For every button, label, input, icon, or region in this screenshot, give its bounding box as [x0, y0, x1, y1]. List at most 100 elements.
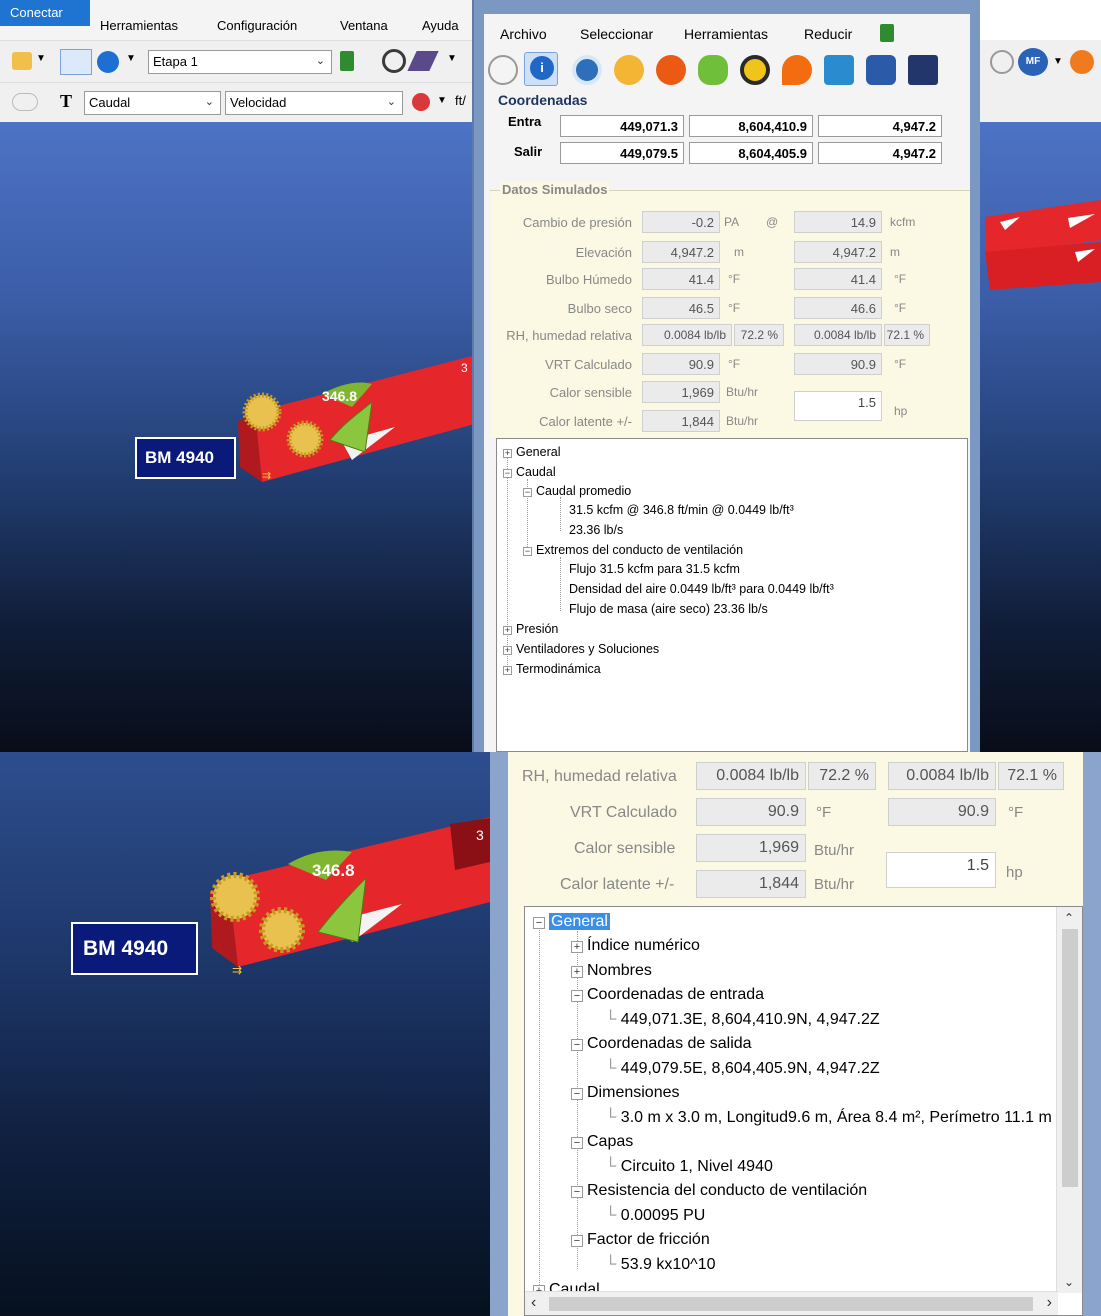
- fire-icon[interactable]: [656, 55, 686, 85]
- menu-archivo[interactable]: Archivo: [500, 26, 547, 42]
- lock-green-icon[interactable]: [880, 24, 894, 42]
- properties-tree[interactable]: − General + Índice numérico + Nombres − Coor…: [524, 906, 1083, 1316]
- horizontal-scrollbar[interactable]: ‹ ›: [525, 1291, 1058, 1315]
- collapse-icon[interactable]: −: [571, 1039, 583, 1051]
- menu-herramientas[interactable]: Herramientas: [100, 18, 178, 33]
- scroll-up-icon[interactable]: ⌃: [1064, 911, 1074, 925]
- expand-icon[interactable]: +: [503, 449, 512, 458]
- expand-icon[interactable]: +: [503, 646, 512, 655]
- text-tool-icon[interactable]: T: [60, 91, 72, 112]
- tree-node-general[interactable]: + General: [503, 445, 560, 459]
- menu-seleccionar[interactable]: Seleccionar: [580, 26, 653, 42]
- collapse-icon[interactable]: −: [523, 547, 532, 556]
- vertical-scrollbar[interactable]: ⌃ ⌄: [1056, 907, 1082, 1293]
- collapse-icon[interactable]: −: [571, 1235, 583, 1247]
- menu-configuracion[interactable]: Configuración: [217, 18, 297, 33]
- collapse-icon[interactable]: −: [571, 990, 583, 1002]
- 3d-viewport-zoomed[interactable]: 346.8 3 ⇉ BM 4940: [0, 752, 490, 1316]
- hp-value-field[interactable]: 1.5: [886, 852, 996, 888]
- salida-y-field[interactable]: 8,604,405.9: [689, 142, 813, 164]
- tree-node-general[interactable]: − General: [533, 913, 610, 931]
- dropdown-arrow-icon[interactable]: ▼: [447, 53, 457, 64]
- mf-icon[interactable]: MF: [1018, 48, 1048, 76]
- dropdown-arrow-icon[interactable]: ▼: [1053, 56, 1063, 67]
- expand-icon[interactable]: +: [571, 966, 583, 978]
- dropdown-arrow-icon[interactable]: ▼: [126, 53, 136, 64]
- entrada-z-field[interactable]: 4,947.2: [818, 115, 942, 137]
- entrada-x-field[interactable]: 449,071.3: [560, 115, 684, 137]
- tree-node-label: Caudal promedio: [536, 484, 632, 498]
- heat-source-icon[interactable]: [286, 420, 324, 458]
- expand-icon[interactable]: +: [571, 941, 583, 953]
- select-tool-button[interactable]: [60, 49, 92, 75]
- flame-icon[interactable]: [782, 55, 812, 85]
- lock-green-icon[interactable]: [340, 51, 354, 71]
- salida-z-field[interactable]: 4,947.2: [818, 142, 942, 164]
- heat-source-icon[interactable]: [210, 872, 260, 922]
- disk-icon[interactable]: [866, 55, 896, 85]
- tree-node-ventiladores[interactable]: + Ventiladores y Soluciones: [503, 642, 659, 656]
- dropdown-arrow-icon[interactable]: ▼: [437, 95, 447, 106]
- vertical-scroll-thumb[interactable]: [1062, 929, 1078, 1187]
- tree-node-termodinamica[interactable]: + Termodinámica: [503, 662, 601, 676]
- display-property-select[interactable]: Caudal ⌄: [84, 91, 221, 115]
- lock-icon[interactable]: [12, 52, 32, 70]
- zoom-icon[interactable]: [382, 49, 406, 73]
- sun-icon[interactable]: [614, 55, 644, 85]
- tree-node-caudal[interactable]: − Caudal: [503, 465, 556, 479]
- entrada-y-field[interactable]: 8,604,410.9: [689, 115, 813, 137]
- fire-icon[interactable]: [1070, 50, 1094, 74]
- play-icon[interactable]: [97, 51, 119, 73]
- fan-icon[interactable]: [572, 55, 602, 85]
- heat-source-icon[interactable]: [242, 392, 282, 432]
- menu-ventana[interactable]: Ventana: [340, 18, 388, 33]
- menu-ayuda[interactable]: Ayuda: [422, 18, 459, 33]
- benchmark-label[interactable]: BM 4940: [71, 922, 198, 975]
- properties-tree[interactable]: + General − Caudal − Caudal promedio 31.5 k…: [496, 438, 968, 752]
- leaf-icon[interactable]: [698, 55, 728, 85]
- dropdown-arrow-icon[interactable]: ▼: [36, 53, 46, 64]
- main-menubar: Conectar Herramientas Configuración Vent…: [0, 0, 475, 40]
- collapse-icon[interactable]: −: [571, 1137, 583, 1149]
- tree-node-nombres[interactable]: + Nombres: [571, 962, 652, 980]
- hp-unit: hp: [894, 404, 908, 418]
- collapse-icon[interactable]: −: [523, 488, 532, 497]
- back-icon[interactable]: [488, 55, 518, 85]
- collapse-icon[interactable]: −: [571, 1088, 583, 1100]
- tree-node-coord-salida[interactable]: − Coordenadas de salida: [571, 1035, 752, 1053]
- scroll-down-icon[interactable]: ⌄: [1064, 1275, 1074, 1289]
- signal-icon[interactable]: [824, 55, 854, 85]
- tree-node-resistencia[interactable]: − Resistencia del conducto de ventilación: [571, 1182, 867, 1200]
- expand-icon[interactable]: +: [503, 626, 512, 635]
- tree-node-coord-entrada[interactable]: − Coordenadas de entrada: [571, 986, 764, 1004]
- collapse-icon[interactable]: −: [533, 917, 545, 929]
- tree-node-indice[interactable]: + Índice numérico: [571, 937, 700, 955]
- horizontal-scroll-thumb[interactable]: [549, 1297, 1033, 1311]
- pen-icon[interactable]: [407, 51, 439, 71]
- vl-icon[interactable]: [908, 55, 938, 85]
- benchmark-label[interactable]: BM 4940: [135, 437, 236, 479]
- tree-node-extremos[interactable]: − Extremos del conducto de ventilación: [523, 543, 743, 557]
- tree-node-caudal-promedio[interactable]: − Caudal promedio: [523, 484, 631, 498]
- menu-herramientas-window[interactable]: Herramientas: [684, 26, 768, 42]
- tree-node-dimensiones[interactable]: − Dimensiones: [571, 1084, 679, 1102]
- heart-icon[interactable]: [412, 93, 430, 111]
- scroll-left-icon[interactable]: ‹: [531, 1294, 536, 1312]
- collapse-icon[interactable]: −: [503, 469, 512, 478]
- menu-conectar[interactable]: Conectar: [0, 0, 90, 26]
- collapse-icon[interactable]: −: [571, 1186, 583, 1198]
- expand-icon[interactable]: +: [503, 666, 512, 675]
- tree-node-capas[interactable]: − Capas: [571, 1133, 633, 1151]
- heat-source-icon[interactable]: [259, 907, 305, 953]
- back-icon[interactable]: [990, 50, 1014, 74]
- stage-select[interactable]: Etapa 1 ⌄: [148, 50, 332, 74]
- tree-node-presion[interactable]: + Presión: [503, 622, 558, 636]
- hp-value-field[interactable]: 1.5: [794, 391, 882, 421]
- tree-node-friccion[interactable]: − Factor de fricción: [571, 1231, 710, 1249]
- display-unit-select[interactable]: Velocidad ⌄: [225, 91, 403, 115]
- radiation-icon[interactable]: [740, 55, 770, 85]
- menu-reducir[interactable]: Reducir: [804, 26, 852, 42]
- salida-x-field[interactable]: 449,079.5: [560, 142, 684, 164]
- scroll-right-icon[interactable]: ›: [1047, 1294, 1052, 1312]
- link-icon[interactable]: [12, 93, 38, 111]
